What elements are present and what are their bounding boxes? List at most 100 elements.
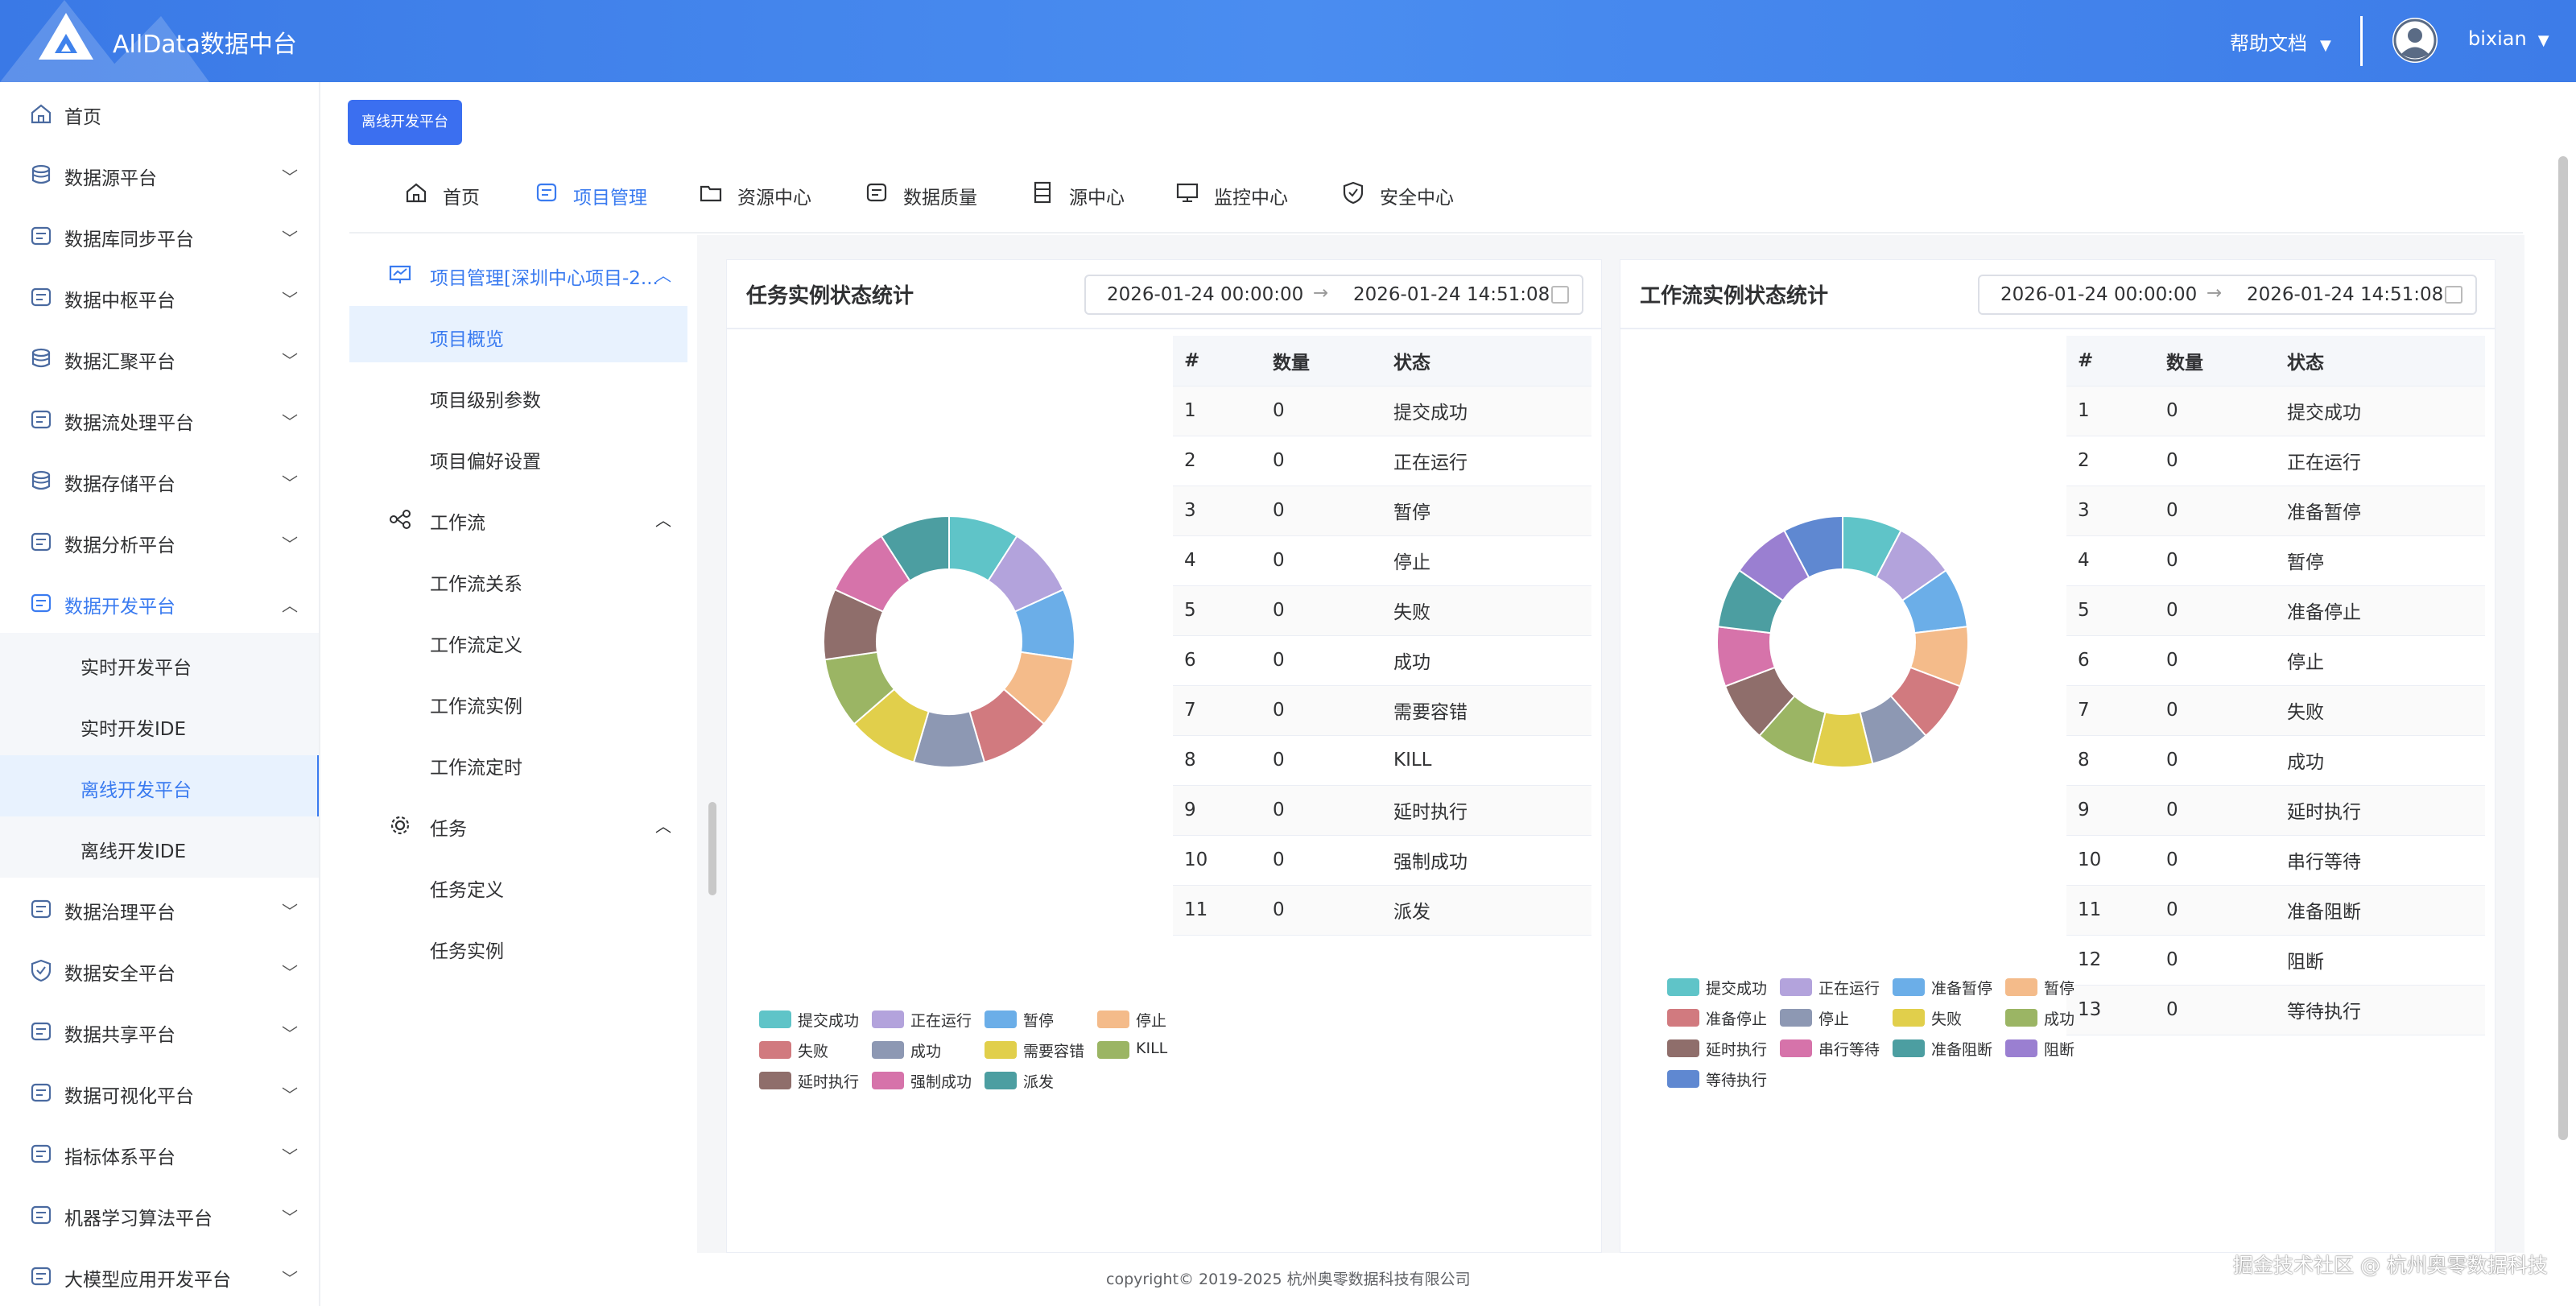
tree-label: 项目概览 xyxy=(430,329,504,350)
workflow-instance-card: 工作流实例状态统计 2026-01-24 00:00:00 → 2026-01-24 … xyxy=(1620,259,2496,1253)
tree-label: 任务 xyxy=(430,819,467,840)
table-cell: 6 xyxy=(1173,635,1261,686)
legend-label: 延时执行 xyxy=(1706,1041,1768,1059)
table-cell: 需要容错 xyxy=(1382,685,1591,736)
sidebar-item[interactable]: 数据流处理平台 ﹀ xyxy=(0,388,319,449)
table-header-cell: 数量 xyxy=(1261,336,1382,386)
user-menu[interactable]: bixian ▼ xyxy=(2468,27,2549,50)
tree-scrollbar[interactable] xyxy=(708,802,716,895)
sidebar-subitem[interactable]: 离线开发平台 xyxy=(0,755,319,816)
table-cell: 10 xyxy=(2066,835,2155,886)
legend-label: 强制成功 xyxy=(910,1073,972,1091)
status-donut-chart xyxy=(823,515,1075,768)
tree-item[interactable]: 项目级别参数 xyxy=(349,367,687,424)
page-scrollbar[interactable] xyxy=(2558,156,2568,1140)
tree-group[interactable]: ︿ 任务 xyxy=(349,796,687,852)
sidebar-subitem-label: 实时开发IDE xyxy=(80,719,187,740)
top-tabs: 首页 项目管理 资源中心 数据质量 源中心 监控中心 安全中心 xyxy=(349,161,2523,234)
table-cell: 7 xyxy=(1173,685,1261,736)
tree-item[interactable]: 项目概览 xyxy=(349,306,687,362)
tree-group[interactable]: ︿ 项目管理[深圳中心项目-2... xyxy=(349,245,687,301)
tab-item[interactable]: 源中心 xyxy=(1030,179,1191,211)
sidebar-item[interactable]: 大模型应用开发平台 ﹀ xyxy=(0,1245,319,1306)
database-icon xyxy=(31,164,51,184)
date-range-picker[interactable]: 2026-01-24 00:00:00 → 2026-01-24 14:51:08 xyxy=(1084,275,1583,315)
avatar[interactable] xyxy=(2392,18,2438,63)
tab-item[interactable]: 数据质量 xyxy=(865,179,1026,211)
tree-label: 项目级别参数 xyxy=(430,391,541,411)
table-cell: 0 xyxy=(2155,685,2276,736)
tree-item[interactable]: 工作流定义 xyxy=(349,612,687,668)
table-cell: 13 xyxy=(2066,985,2155,1035)
sidebar-subitem[interactable]: 离线开发IDE xyxy=(0,816,319,878)
tree-group[interactable]: ︿ 工作流 xyxy=(349,490,687,546)
table-cell: 0 xyxy=(2155,436,2276,486)
tab-item[interactable]: 安全中心 xyxy=(1341,179,1502,211)
home-icon xyxy=(31,104,52,124)
legend-swatch xyxy=(1097,1010,1129,1028)
header-divider xyxy=(2360,16,2363,66)
tree-item[interactable]: 任务定义 xyxy=(349,857,687,913)
sidebar-item[interactable]: 数据库同步平台 ﹀ xyxy=(0,205,319,266)
sidebar-item[interactable]: 数据源平台 ﹀ xyxy=(0,143,319,205)
table-cell: 1 xyxy=(1173,386,1261,436)
status-table: # 数量 状态 1 0 提交成功 2 0 正在运行 3 0 准备暂停 4 0 暂停 5 0 准备停止 6 0 停止 7 0 失… xyxy=(2066,336,2485,1035)
tree-item[interactable]: 工作流定时 xyxy=(349,734,687,791)
tree-item[interactable]: 任务实例 xyxy=(349,918,687,974)
table-row: 8 0 成功 xyxy=(2066,735,2485,786)
sidebar-item[interactable]: 数据分析平台 ﹀ xyxy=(0,510,319,572)
sidebar-subitem-label: 离线开发IDE xyxy=(80,841,187,862)
tree-item[interactable]: 工作流实例 xyxy=(349,673,687,729)
help-docs-label: 帮助文档 xyxy=(2230,32,2307,55)
table-cell: 2 xyxy=(2066,436,2155,486)
sidebar-item-label: 数据可视化平台 xyxy=(64,1086,194,1107)
calendar-icon[interactable] xyxy=(1551,286,1569,304)
calendar-icon[interactable] xyxy=(2445,286,2462,304)
chevron-down-icon: ﹀ xyxy=(282,902,298,921)
tree-label: 项目管理[深圳中心项目-2... xyxy=(430,268,658,289)
table-row: 8 0 KILL xyxy=(1173,735,1591,786)
card-title: 工作流实例状态统计 xyxy=(1640,284,1829,308)
offline-dev-platform-button[interactable]: 离线开发平台 xyxy=(348,100,462,145)
sidebar-item[interactable]: 数据共享平台 ﹀ xyxy=(0,1000,319,1061)
table-cell: 0 xyxy=(1261,735,1382,786)
table-cell: 失败 xyxy=(1382,585,1591,636)
table-cell: 0 xyxy=(1261,535,1382,586)
sidebar-item[interactable]: 数据中枢平台 ﹀ xyxy=(0,266,319,327)
table-cell: 0 xyxy=(2155,735,2276,786)
table-cell: 成功 xyxy=(2276,735,2485,786)
tree-item[interactable]: 工作流关系 xyxy=(349,551,687,607)
legend-swatch xyxy=(872,1010,904,1028)
tree-label: 工作流关系 xyxy=(430,574,522,595)
sidebar-item[interactable]: 机器学习算法平台 ﹀ xyxy=(0,1184,319,1245)
table-cell: 9 xyxy=(1173,785,1261,836)
hub-icon xyxy=(31,287,52,307)
sidebar-item[interactable]: 数据安全平台 ﹀ xyxy=(0,939,319,1000)
sidebar-item[interactable]: 数据汇聚平台 ﹀ xyxy=(0,327,319,388)
tree-item[interactable]: 项目偏好设置 xyxy=(349,428,687,485)
table-cell: 阻断 xyxy=(2276,935,2485,986)
table-row: 9 0 延时执行 xyxy=(1173,785,1591,836)
sidebar-item[interactable]: 数据存储平台 ﹀ xyxy=(0,449,319,510)
alldata-logo[interactable] xyxy=(37,11,95,61)
sidebar-item-label: 数据治理平台 xyxy=(64,903,175,924)
sidebar-item[interactable]: 首页 xyxy=(0,82,319,143)
sidebar-item[interactable]: 数据可视化平台 ﹀ xyxy=(0,1061,319,1122)
table-cell: 1 xyxy=(2066,386,2155,436)
legend-label: 停止 xyxy=(1818,1010,1850,1028)
sidebar-subitem[interactable]: 实时开发平台 xyxy=(0,633,319,694)
legend-label: 串行等待 xyxy=(1818,1041,1880,1059)
sidebar-item[interactable]: 数据治理平台 ﹀ xyxy=(0,878,319,939)
tab-item[interactable]: 资源中心 xyxy=(699,179,860,211)
help-docs-menu[interactable]: 帮助文档 ▼ xyxy=(2230,27,2331,56)
date-range-picker[interactable]: 2026-01-24 00:00:00 → 2026-01-24 14:51:08 xyxy=(1978,275,2477,315)
sidebar-item[interactable]: 指标体系平台 ﹀ xyxy=(0,1122,319,1184)
table-row: 12 0 阻断 xyxy=(2066,935,2485,986)
table-cell: 成功 xyxy=(1382,635,1591,686)
sidebar-subitem[interactable]: 实时开发IDE xyxy=(0,694,319,755)
tab-item[interactable]: 监控中心 xyxy=(1175,179,1336,211)
sidebar-item[interactable]: 数据开发平台 ︿ xyxy=(0,572,319,633)
legend-label: 提交成功 xyxy=(798,1012,860,1030)
table-cell: 4 xyxy=(1173,535,1261,586)
tab-item[interactable]: 项目管理 xyxy=(535,179,696,211)
